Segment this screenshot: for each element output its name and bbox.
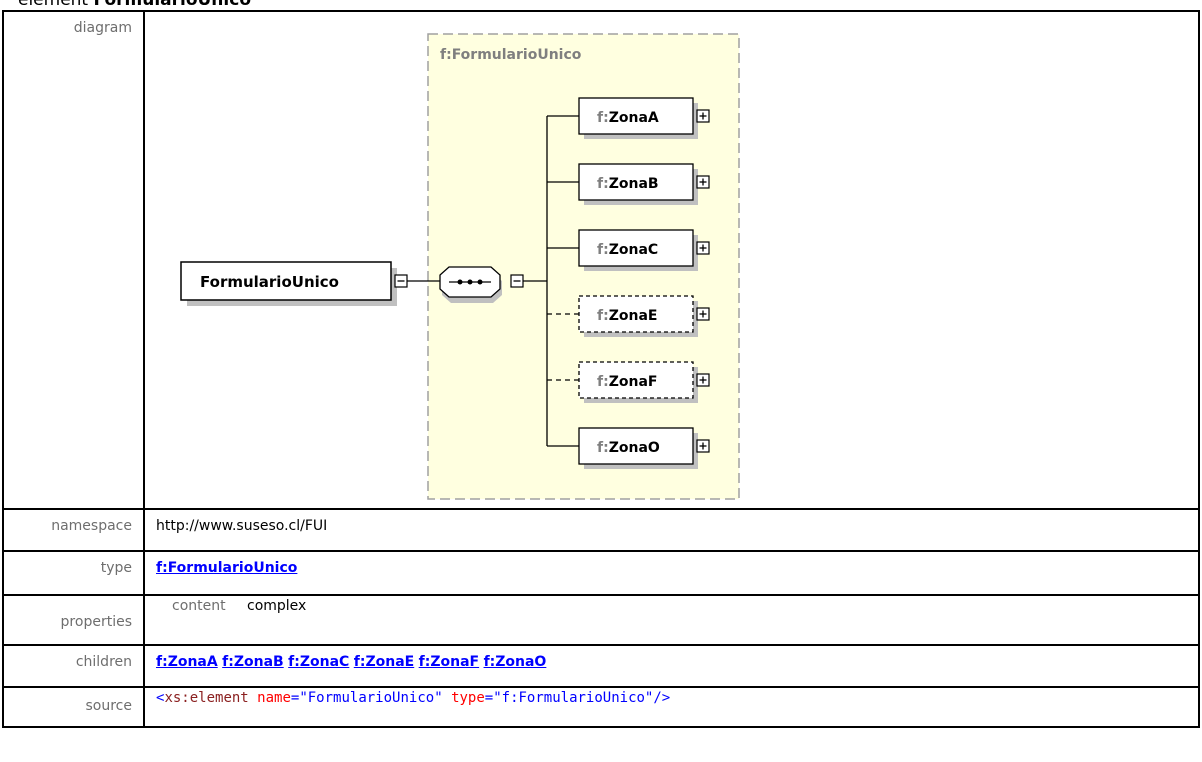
row-source: source <xs:element name="FormularioUnico… [2, 686, 1200, 728]
label-type: type [2, 550, 145, 596]
child-prefix: f: [597, 242, 609, 258]
label-diagram: diagram [2, 10, 145, 510]
child-element-label: f:ZonaE [597, 308, 657, 324]
source-val-type: "f:FormularioUnico" [493, 690, 654, 706]
schema-diagram: f:FormularioUnicoFormularioUnicof:ZonaAf… [180, 33, 740, 500]
group-title: f:FormularioUnico [440, 47, 582, 63]
child-element-label: f:ZonaO [597, 440, 660, 456]
heading-element-name: FormularioUnico [93, 0, 251, 10]
child-link[interactable]: f:ZonaB [222, 654, 284, 670]
source-attr-name: name [257, 690, 291, 706]
type-link[interactable]: f:FormularioUnico [156, 560, 297, 576]
child-link[interactable]: f:ZonaC [288, 654, 349, 670]
source-close: /> [653, 690, 671, 706]
property-key: content [172, 598, 226, 614]
child-link[interactable]: f:ZonaO [484, 654, 547, 670]
source-attr-type: type [451, 690, 485, 706]
child-link[interactable]: f:ZonaE [354, 654, 414, 670]
row-properties: properties content complex [2, 594, 1200, 646]
heading-prefix: element [18, 0, 89, 10]
child-prefix: f: [597, 176, 609, 192]
child-prefix: f: [597, 110, 609, 126]
child-prefix: f: [597, 374, 609, 390]
page-heading: element FormularioUnico [18, 0, 251, 10]
row-type: type f:FormularioUnico [2, 550, 1200, 596]
child-link[interactable]: f:ZonaA [156, 654, 218, 670]
row-diagram: diagram f:FormularioUnico FormularioUnico… [2, 10, 1200, 510]
label-source: source [2, 686, 145, 728]
source-eq-2: = [484, 690, 494, 706]
child-element-label: f:ZonaF [597, 374, 657, 390]
source-code: <xs:element name="FormularioUnico" type=… [143, 686, 1200, 728]
namespace-value: http://www.suseso.cl/FUI [143, 508, 1200, 552]
root-element-label: FormularioUnico [200, 273, 339, 291]
property-value: complex [247, 598, 307, 614]
label-properties: properties [2, 594, 145, 646]
child-link[interactable]: f:ZonaF [419, 654, 479, 670]
source-val-name: "FormularioUnico" [299, 690, 443, 706]
row-children: children f:ZonaA f:ZonaB f:ZonaC f:ZonaE… [2, 644, 1200, 688]
sequence-dot [477, 279, 483, 285]
child-name: ZonaF [609, 374, 658, 390]
child-element-label: f:ZonaA [597, 110, 659, 126]
label-children: children [2, 644, 145, 688]
child-name: ZonaB [609, 176, 659, 192]
label-namespace: namespace [2, 508, 145, 552]
diagram-cell: f:FormularioUnico FormularioUnico f:ZonaA f… [143, 10, 1200, 510]
source-tag: xs:element [164, 690, 249, 706]
child-prefix: f: [597, 440, 609, 456]
sequence-dot [457, 279, 463, 285]
child-name: ZonaE [609, 308, 658, 324]
element-doc-table: diagram f:FormularioUnico FormularioUnico… [2, 10, 1200, 728]
row-namespace: namespace http://www.suseso.cl/FUI [2, 508, 1200, 552]
child-element-label: f:ZonaC [597, 242, 658, 258]
child-name: ZonaO [609, 440, 660, 456]
sequence-dot [467, 279, 473, 285]
child-name: ZonaA [609, 110, 659, 126]
child-prefix: f: [597, 308, 609, 324]
children-links: f:ZonaA f:ZonaB f:ZonaC f:ZonaE f:ZonaF … [143, 644, 1200, 688]
child-name: ZonaC [609, 242, 658, 258]
child-element-label: f:ZonaB [597, 176, 659, 192]
